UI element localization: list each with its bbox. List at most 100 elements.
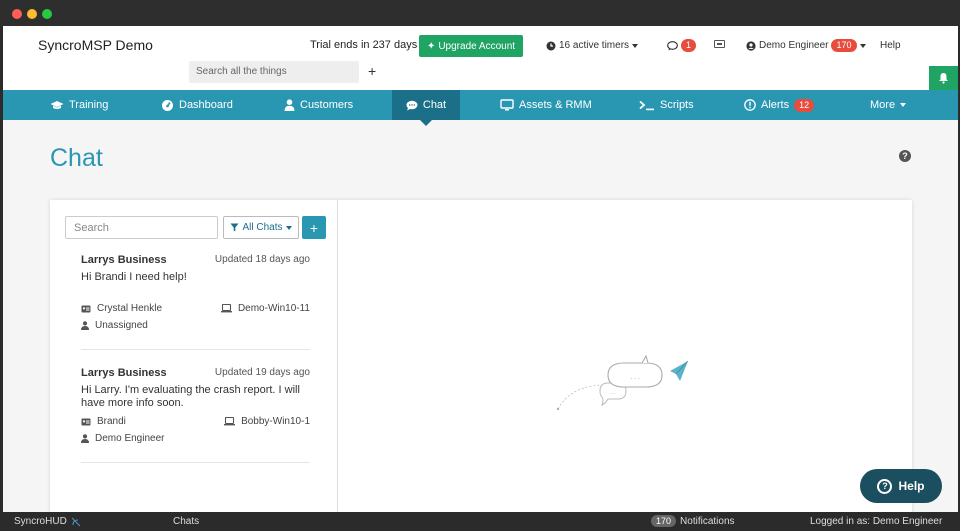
quick-add-button[interactable]: + xyxy=(368,63,376,79)
svg-text:...: ... xyxy=(611,390,616,396)
nav-dashboard[interactable]: Dashboard xyxy=(161,90,233,120)
chat-contact: Brandi xyxy=(81,416,126,427)
nav-customers[interactable]: Customers xyxy=(284,90,353,120)
alerts-count-badge: 12 xyxy=(794,98,815,112)
main-nav: Training Dashboard Customers Chat Assets… xyxy=(3,90,958,126)
nav-assets-label: Assets & RMM xyxy=(519,99,592,111)
chat-filter-dropdown[interactable]: All Chats xyxy=(223,216,299,239)
user-icon xyxy=(81,434,89,443)
top-header: SyncroMSP Demo Trial ends in 237 days ✦ … xyxy=(3,26,958,90)
notifications-label: Notifications xyxy=(680,515,735,527)
graduation-cap-icon xyxy=(50,100,64,109)
dashboard-gauge-icon xyxy=(162,100,173,111)
chevron-down-icon xyxy=(632,43,639,48)
laptop-icon xyxy=(220,304,232,313)
status-bar: SyncroHUD Chats 170 Notifications Logged… xyxy=(0,512,960,531)
help-fab-label: Help xyxy=(898,479,925,493)
minimize-window-button[interactable] xyxy=(27,9,37,19)
notifications-bell-button[interactable] xyxy=(929,66,958,90)
id-card-icon[interactable] xyxy=(714,40,725,48)
monitor-icon xyxy=(500,99,514,111)
chat-business-name: Larrys Business xyxy=(81,367,167,379)
chevron-down-icon xyxy=(859,43,866,48)
bell-icon xyxy=(939,73,948,84)
chat-updated-time: Updated 19 days ago xyxy=(214,367,310,378)
nav-alerts[interactable]: Alerts 12 xyxy=(744,90,815,120)
nav-chat[interactable]: Chat xyxy=(392,90,460,126)
question-circle-icon: ? xyxy=(877,478,893,494)
chevron-down-icon xyxy=(900,103,907,107)
laptop-icon xyxy=(224,417,236,426)
chat-contact-name: Crystal Henkle xyxy=(97,303,163,314)
svg-text:. . .: . . . xyxy=(630,374,640,381)
user-notification-badge: 170 xyxy=(831,39,857,52)
chat-search-input[interactable]: Search xyxy=(65,216,218,239)
help-chat-button[interactable]: ? Help xyxy=(860,469,942,503)
active-timers-dropdown[interactable]: 16 active timers xyxy=(546,40,639,51)
chat-device: Bobby-Win10-1 xyxy=(224,416,310,427)
app-window: SyncroMSP Demo Trial ends in 237 days ✦ … xyxy=(3,26,958,512)
chat-business-name: Larrys Business xyxy=(81,254,167,266)
user-name: Demo Engineer xyxy=(759,40,829,51)
chevron-down-icon xyxy=(285,225,292,230)
new-chat-button[interactable]: + xyxy=(302,216,326,239)
timers-label: 16 active timers xyxy=(559,40,630,51)
chat-contact: Crystal Henkle xyxy=(81,303,162,314)
chat-list-item[interactable]: Larrys Business Updated 18 days ago Hi B… xyxy=(81,254,310,350)
trial-notice: Trial ends in 237 days xyxy=(310,39,418,51)
chat-message-preview: Hi Larry. I'm evaluating the crash repor… xyxy=(81,384,300,409)
sparkle-icon: ✦ xyxy=(426,40,436,52)
nav-scripts-label: Scripts xyxy=(660,99,694,111)
messages-notification[interactable]: 1 xyxy=(667,39,697,52)
statusbar-chats[interactable]: Chats xyxy=(173,516,199,527)
user-menu[interactable]: Demo Engineer 170 xyxy=(746,39,866,52)
chat-assignee: Unassigned xyxy=(81,320,148,331)
nav-alerts-label: Alerts xyxy=(761,99,790,111)
chat-assignee-name: Unassigned xyxy=(95,320,148,331)
close-window-button[interactable] xyxy=(12,9,22,19)
nav-scripts[interactable]: Scripts xyxy=(639,90,694,120)
id-card-icon xyxy=(81,305,91,312)
filter-icon xyxy=(230,223,239,232)
notifications-count-badge: 170 xyxy=(651,515,677,527)
chat-list: Search All Chats + Larrys Business Updat… xyxy=(50,200,338,512)
upgrade-label: Upgrade Account xyxy=(438,40,516,52)
user-icon xyxy=(81,321,89,330)
disconnected-icon xyxy=(71,517,81,526)
comment-icon xyxy=(406,100,418,110)
chat-list-item[interactable]: Larrys Business Updated 19 days ago Hi L… xyxy=(81,367,310,463)
maximize-window-button[interactable] xyxy=(42,9,52,19)
global-search-input[interactable]: Search all the things xyxy=(189,61,359,83)
statusbar-notifications[interactable]: 170 Notifications xyxy=(651,515,735,527)
chat-assignee-name: Demo Engineer xyxy=(95,433,165,444)
nav-training[interactable]: Training xyxy=(50,90,108,120)
filter-label: All Chats xyxy=(242,222,283,233)
chat-message-preview: Hi Brandi I need help! xyxy=(81,271,187,283)
alert-circle-icon xyxy=(744,99,756,111)
chat-assignee: Demo Engineer xyxy=(81,433,164,444)
user-circle-icon xyxy=(746,40,756,51)
nav-dashboard-label: Dashboard xyxy=(179,99,233,111)
clock-icon xyxy=(546,41,556,50)
chat-updated-time: Updated 18 days ago xyxy=(214,254,310,265)
hud-label-text: SyncroHUD xyxy=(14,516,67,527)
nav-customers-label: Customers xyxy=(300,99,354,111)
window-titlebar xyxy=(0,0,960,26)
question-circle-icon[interactable]: ? xyxy=(899,150,911,162)
nav-assets-rmm[interactable]: Assets & RMM xyxy=(500,90,592,120)
upgrade-account-button[interactable]: ✦ Upgrade Account xyxy=(419,35,523,57)
chat-contact-name: Brandi xyxy=(97,416,126,427)
empty-chat-illustration: ... . . . xyxy=(557,355,689,410)
terminal-icon xyxy=(639,100,654,110)
page-title: Chat xyxy=(50,144,103,172)
chat-device-name: Demo-Win10-11 xyxy=(237,303,310,314)
chat-panel: Search All Chats + Larrys Business Updat… xyxy=(50,200,912,512)
nav-chat-label: Chat xyxy=(422,99,447,111)
nav-more[interactable]: More xyxy=(870,90,907,120)
logged-in-user: Logged in as: Demo Engineer xyxy=(810,516,943,527)
chat-device: Demo-Win10-11 xyxy=(220,303,310,314)
nav-more-label: More xyxy=(870,99,896,111)
brand-name[interactable]: SyncroMSP Demo xyxy=(38,37,153,53)
help-link[interactable]: Help xyxy=(880,40,901,51)
syncrohud-label[interactable]: SyncroHUD xyxy=(14,516,81,527)
